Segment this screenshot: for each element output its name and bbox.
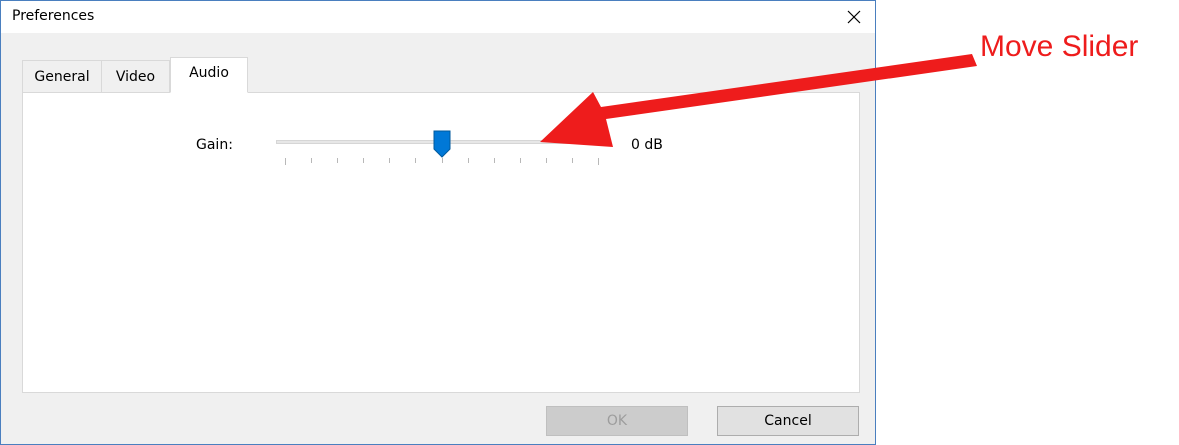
tab-audio[interactable]: Audio: [170, 57, 248, 93]
tab-audio-label: Audio: [189, 65, 229, 81]
